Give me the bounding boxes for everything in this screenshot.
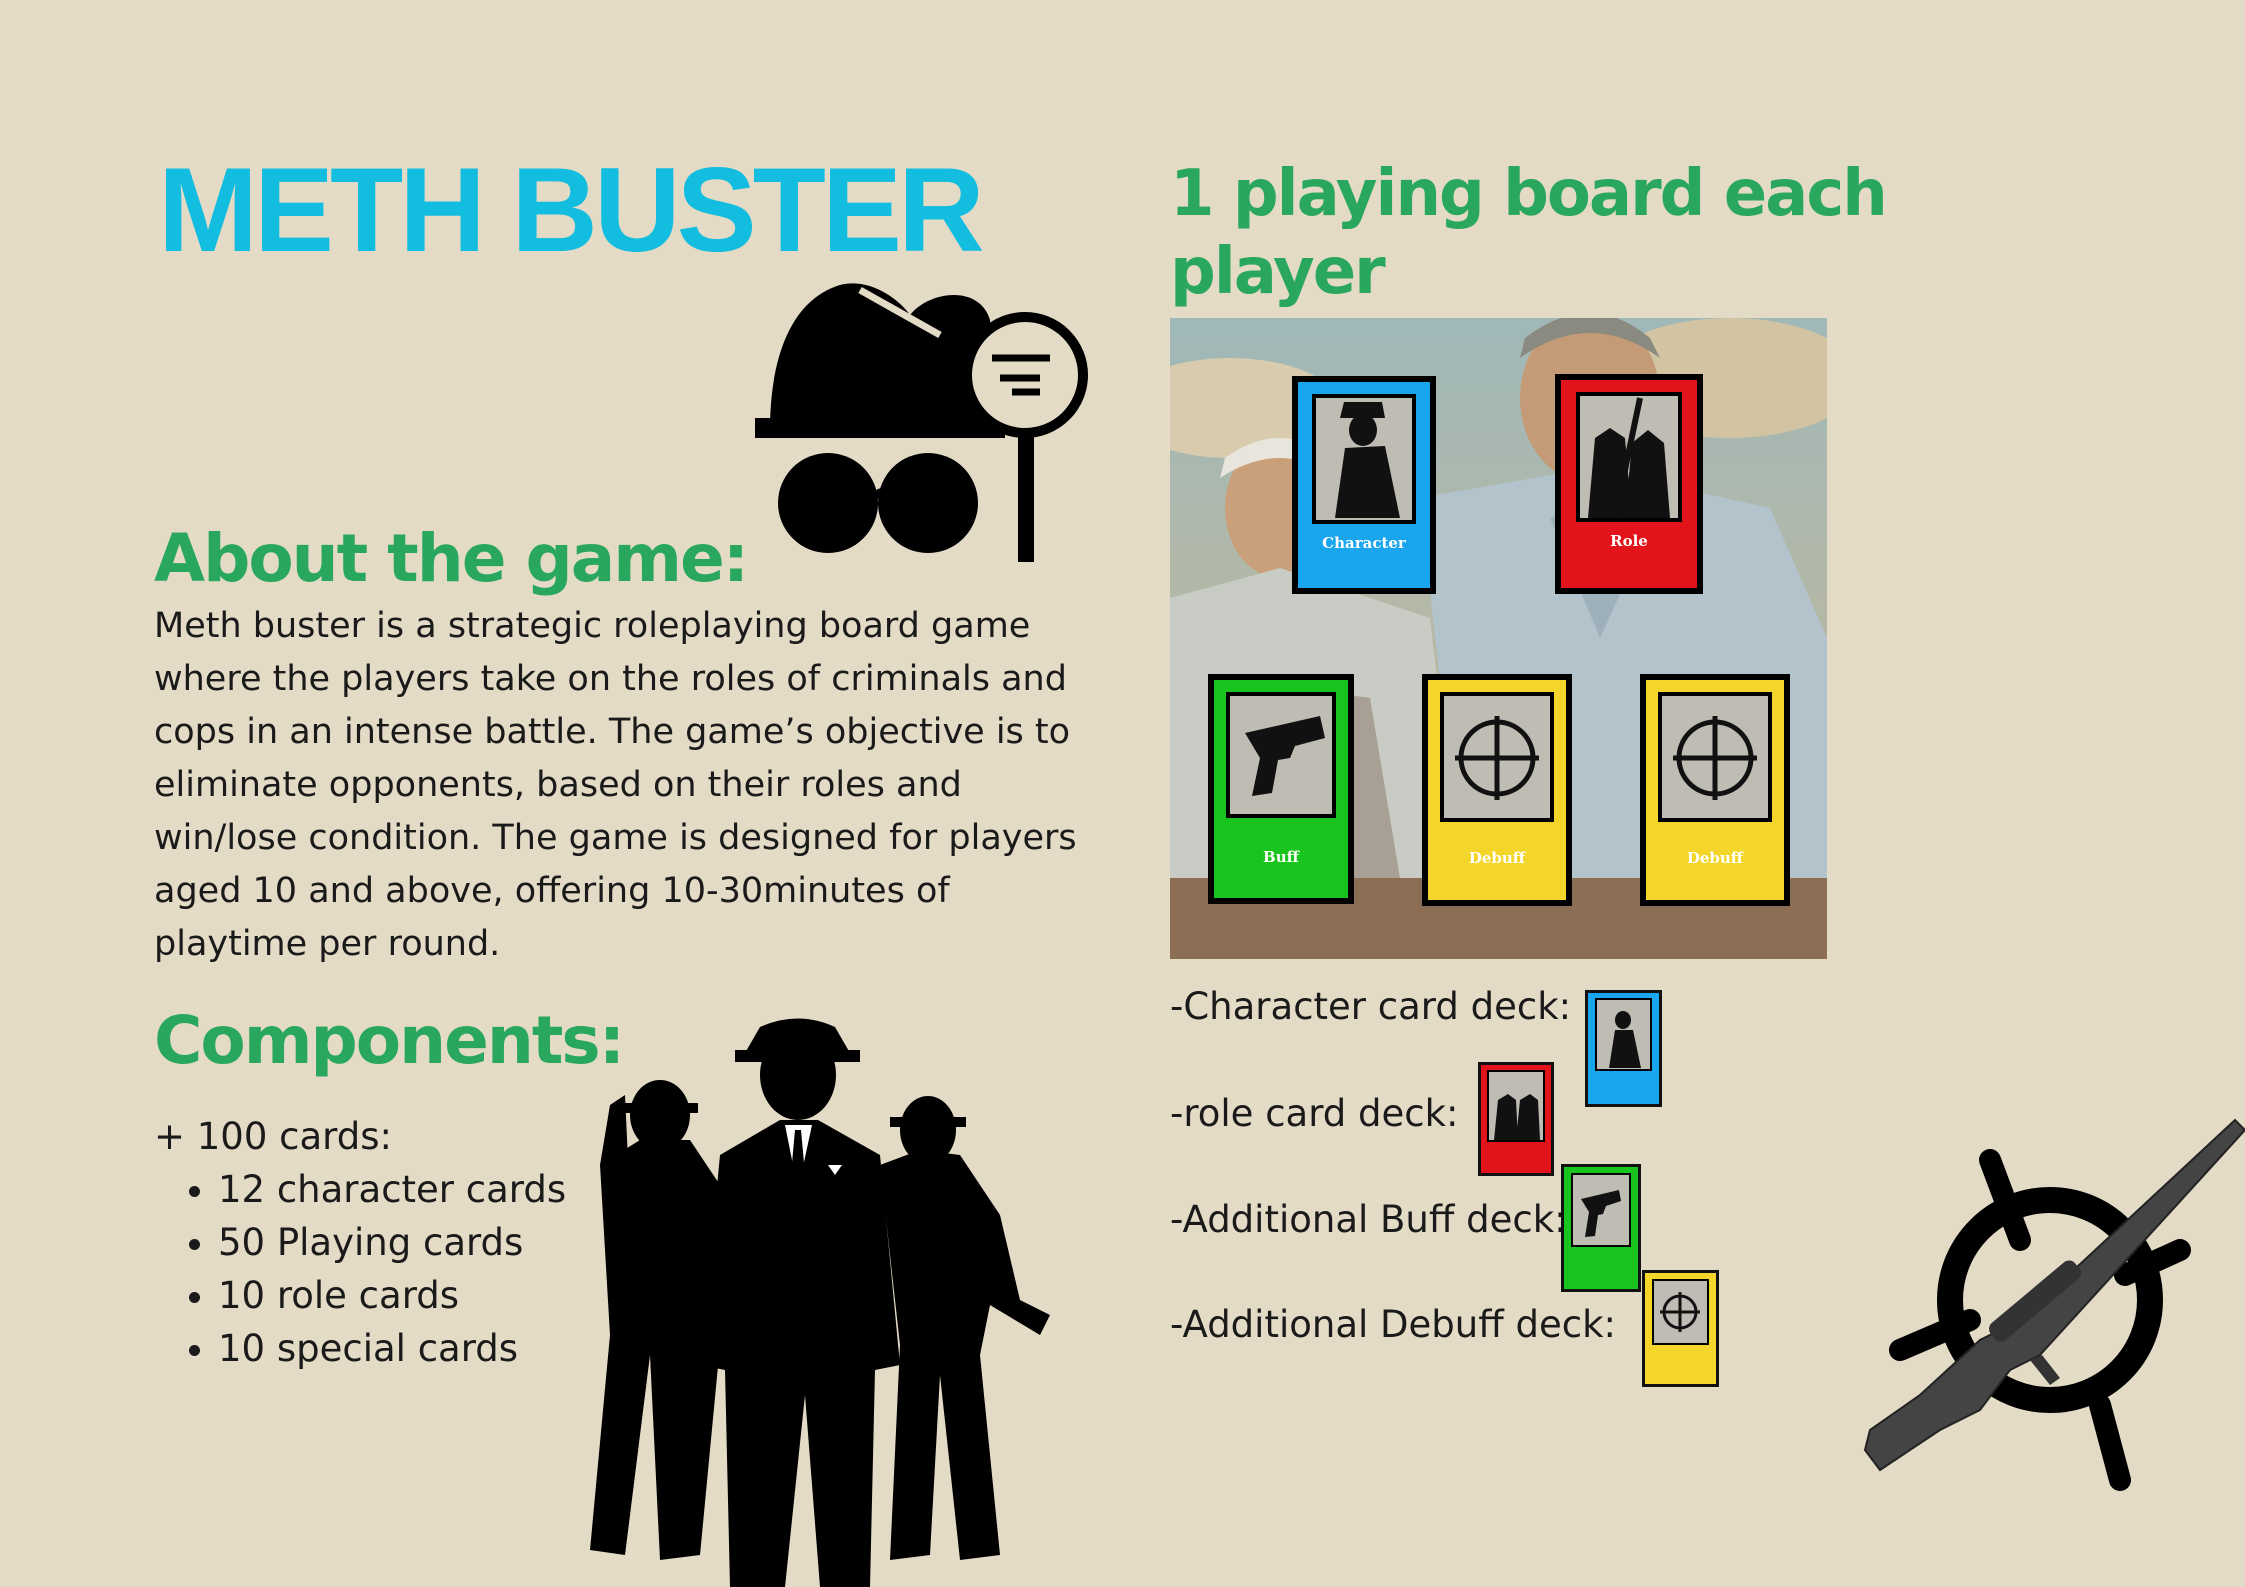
board-card-debuff: Debuff bbox=[1640, 674, 1790, 906]
card-label: Debuff bbox=[1469, 849, 1527, 867]
gangsters-silhouette-icon bbox=[590, 1018, 1050, 1587]
components-heading: Components: bbox=[154, 1002, 625, 1079]
list-item: 10 role cards bbox=[218, 1269, 566, 1322]
board-card-role: Role bbox=[1555, 374, 1703, 594]
deck-character: -Character card deck: bbox=[1170, 985, 1572, 1028]
page-title: METH BUSTER bbox=[158, 143, 985, 277]
board-heading: 1 playing board each player bbox=[1170, 157, 1888, 309]
board-artwork: Character Role Buff Debuff Debuff bbox=[1170, 318, 1827, 959]
mini-card-character bbox=[1585, 990, 1662, 1107]
mini-card-buff bbox=[1561, 1164, 1641, 1292]
list-item: 12 character cards bbox=[218, 1163, 566, 1216]
about-heading: About the game: bbox=[154, 520, 749, 597]
mini-card-role bbox=[1478, 1062, 1554, 1176]
card-label: Debuff bbox=[1687, 849, 1745, 867]
list-item: 50 Playing cards bbox=[218, 1216, 566, 1269]
board-illustration: Character Role Buff Debuff Debuff bbox=[1170, 318, 1827, 959]
sniper-crosshair-icon bbox=[1863, 1118, 2245, 1491]
deck-buff: -Additional Buff deck: bbox=[1170, 1198, 1567, 1241]
mini-card-debuff bbox=[1642, 1270, 1719, 1387]
components-intro: + 100 cards: bbox=[154, 1115, 392, 1158]
components-list: + 100 cards: 12 character cards 50 Playi… bbox=[154, 1110, 566, 1375]
board-card-buff: Buff bbox=[1208, 674, 1354, 904]
deck-role: -role card deck: bbox=[1170, 1092, 1459, 1135]
card-label: Buff bbox=[1263, 848, 1301, 866]
deck-debuff: -Additional Debuff deck: bbox=[1170, 1303, 1616, 1346]
board-card-character: Character bbox=[1292, 376, 1436, 594]
about-text: Meth buster is a strategic roleplaying b… bbox=[154, 606, 1077, 964]
card-label: Role bbox=[1610, 532, 1648, 550]
list-item: 10 special cards bbox=[218, 1322, 566, 1375]
card-label: Character bbox=[1322, 534, 1407, 552]
detective-icon bbox=[755, 283, 1088, 562]
board-card-debuff: Debuff bbox=[1422, 674, 1572, 906]
